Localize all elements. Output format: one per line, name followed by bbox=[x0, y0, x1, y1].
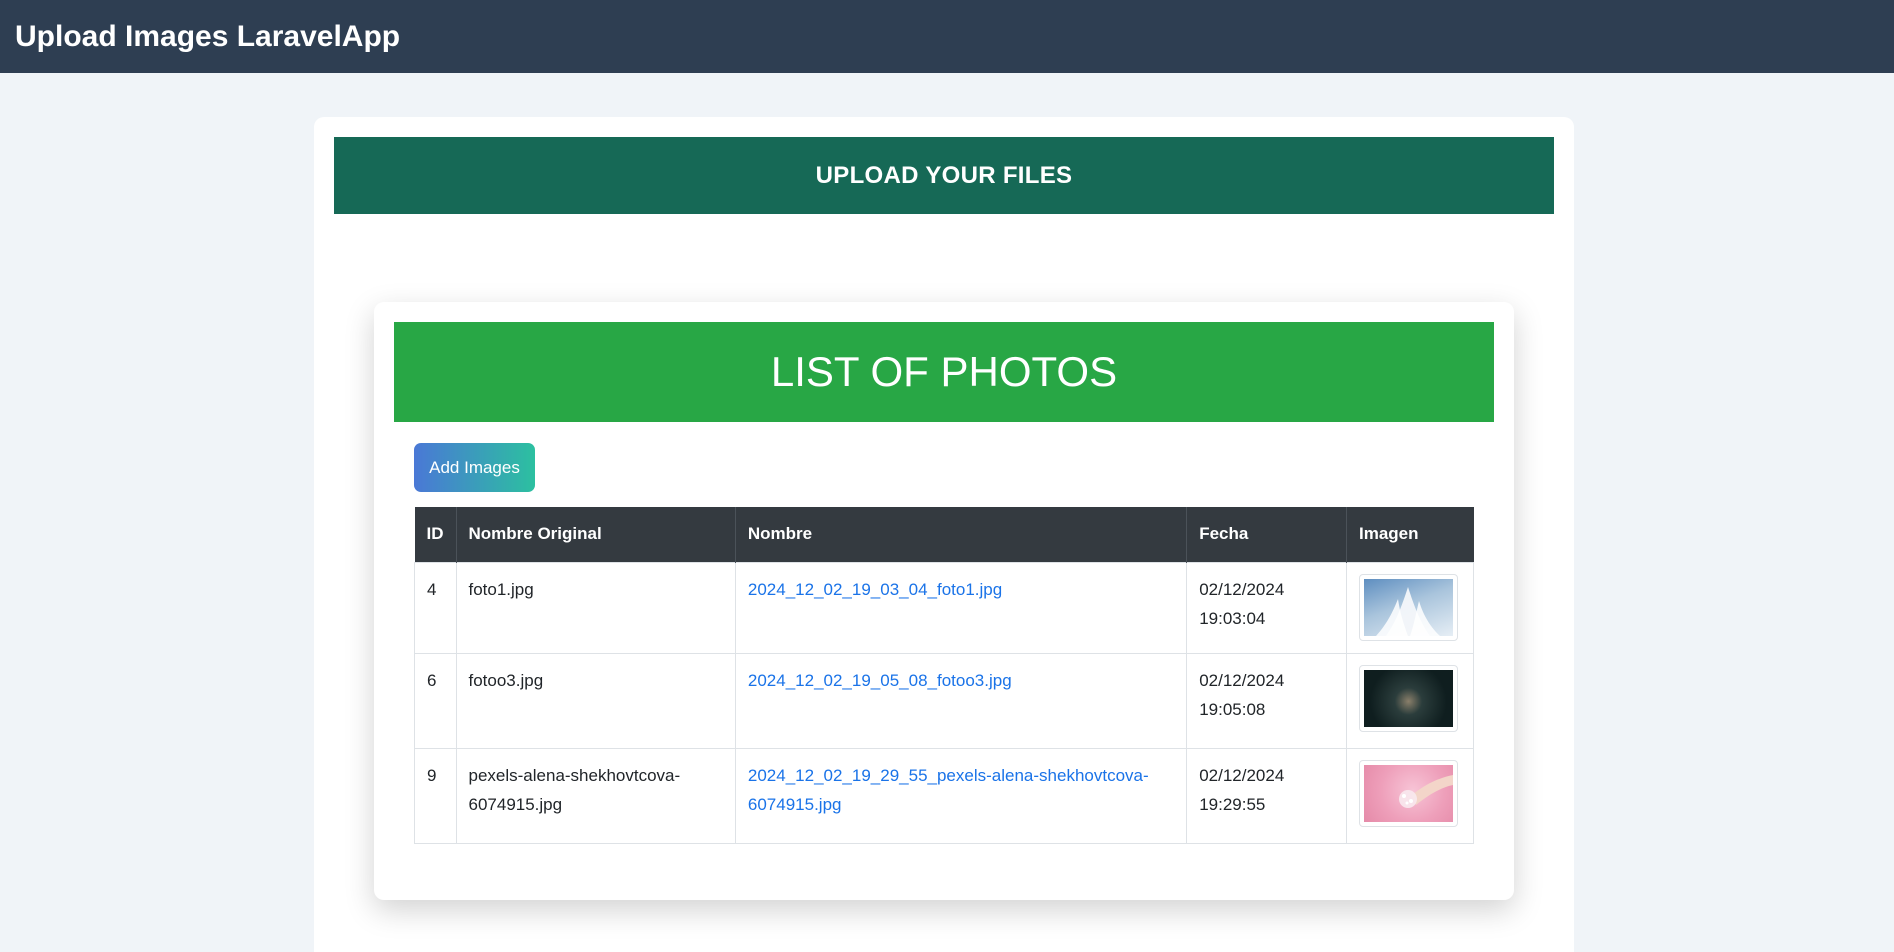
date-text: 02/12/2024 bbox=[1199, 579, 1285, 599]
top-navbar: Upload Images LaravelApp bbox=[0, 0, 1894, 73]
cell-id: 6 bbox=[414, 652, 457, 749]
upload-header: UPLOAD YOUR FILES bbox=[334, 137, 1554, 214]
cell-name: 2024_12_02_19_03_04_foto1.jpg bbox=[734, 561, 1188, 654]
column-header-original-name: Nombre Original bbox=[456, 507, 736, 562]
list-header: LIST OF PHOTOS bbox=[394, 322, 1494, 422]
file-link[interactable]: 2024_12_02_19_03_04_foto1.jpg bbox=[748, 580, 1002, 599]
image-thumbnail[interactable] bbox=[1358, 664, 1458, 732]
cell-original-name: pexels-alena-shekhovtcova- 6074915.jpg bbox=[455, 747, 736, 844]
cell-image bbox=[1345, 652, 1475, 749]
original-name-line1: pexels-alena-shekhovtcova- bbox=[468, 765, 681, 785]
table-row: 6 fotoo3.jpg 2024_12_02_19_05_08_fotoo3.… bbox=[414, 652, 1475, 749]
photo-list-card: LIST OF PHOTOS Add Images ID Nombre Orig… bbox=[374, 302, 1514, 900]
image-thumbnail-icon bbox=[1363, 764, 1453, 822]
cell-date: 02/12/2024 19:03:04 bbox=[1186, 561, 1347, 654]
file-link-line2: 6074915.jpg bbox=[747, 794, 842, 814]
file-link-line1: 2024_12_02_19_29_55_pexels-alena-shekhov… bbox=[747, 765, 1149, 785]
image-thumbnail-icon bbox=[1363, 669, 1453, 727]
file-link[interactable]: 2024_12_02_19_29_55_pexels-alena-shekhov… bbox=[748, 766, 1149, 814]
column-header-date: Fecha bbox=[1186, 507, 1347, 562]
time-text: 19:03:04 bbox=[1199, 608, 1266, 628]
cell-date: 02/12/2024 19:29:55 bbox=[1186, 747, 1347, 844]
table-row: 4 foto1.jpg 2024_12_02_19_03_04_foto1.jp… bbox=[414, 561, 1475, 654]
cell-id: 9 bbox=[414, 747, 457, 844]
image-thumbnail[interactable] bbox=[1358, 759, 1458, 827]
table-row: 9 pexels-alena-shekhovtcova- 6074915.jpg … bbox=[414, 747, 1475, 844]
date-text: 02/12/2024 bbox=[1199, 670, 1285, 690]
cell-image bbox=[1345, 747, 1475, 844]
time-text: 19:05:08 bbox=[1199, 699, 1266, 719]
cell-name: 2024_12_02_19_29_55_pexels-alena-shekhov… bbox=[734, 747, 1188, 844]
cell-image bbox=[1345, 561, 1475, 654]
image-thumbnail-icon bbox=[1363, 578, 1453, 636]
add-images-button[interactable]: Add Images bbox=[414, 443, 535, 492]
time-text: 19:29:55 bbox=[1199, 794, 1266, 814]
file-link[interactable]: 2024_12_02_19_05_08_fotoo3.jpg bbox=[748, 671, 1012, 690]
date-text: 02/12/2024 bbox=[1199, 765, 1285, 785]
image-thumbnail[interactable] bbox=[1358, 573, 1458, 641]
cell-original-name: foto1.jpg bbox=[455, 561, 736, 654]
photos-table: ID Nombre Original Nombre Fecha Imagen 4… bbox=[414, 507, 1475, 844]
cell-id: 4 bbox=[414, 561, 457, 654]
original-name-line2: 6074915.jpg bbox=[468, 794, 563, 814]
table-header-row: ID Nombre Original Nombre Fecha Imagen bbox=[414, 507, 1474, 562]
cell-original-name: fotoo3.jpg bbox=[455, 652, 736, 749]
column-header-image: Imagen bbox=[1346, 507, 1474, 562]
app-title[interactable]: Upload Images LaravelApp bbox=[15, 20, 400, 54]
cell-date: 02/12/2024 19:05:08 bbox=[1186, 652, 1347, 749]
column-header-id: ID bbox=[414, 507, 457, 562]
cell-name: 2024_12_02_19_05_08_fotoo3.jpg bbox=[734, 652, 1188, 749]
column-header-name: Nombre bbox=[735, 507, 1188, 562]
